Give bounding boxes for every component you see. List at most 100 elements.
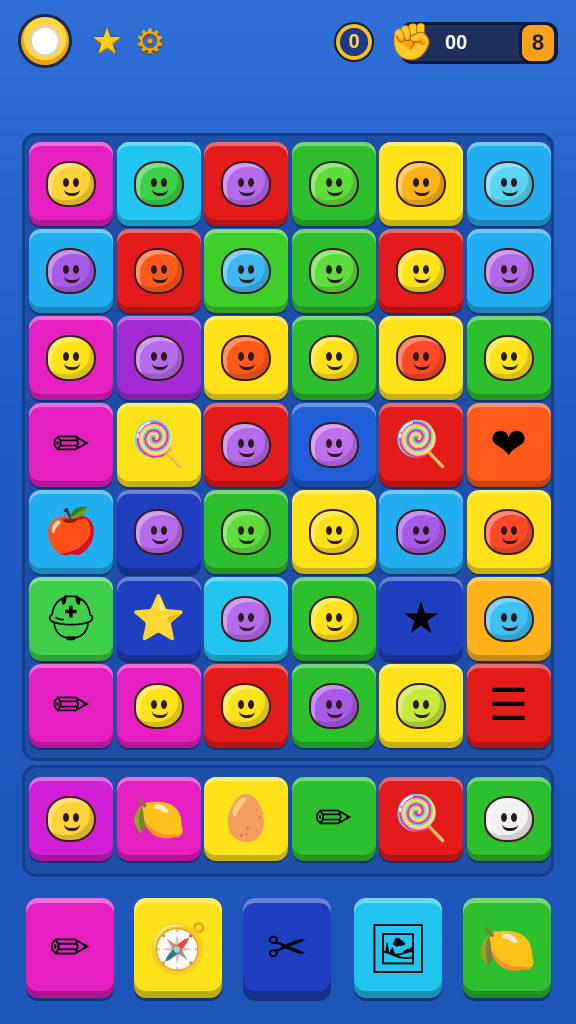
game-tile[interactable] (291, 229, 376, 313)
coin-icon: 0 (334, 22, 374, 62)
creature-face-icon (396, 248, 446, 294)
mouth (414, 363, 430, 370)
creature-face-icon (221, 335, 271, 381)
creature-face-icon (483, 161, 534, 207)
game-tile[interactable] (466, 490, 551, 574)
mouth (239, 711, 255, 718)
game-tile[interactable] (291, 577, 376, 661)
tray-item-button[interactable]: 🍋 (463, 898, 551, 998)
creature-face-icon (396, 509, 446, 555)
mouth (501, 624, 518, 631)
fist-icon: ✊ (389, 21, 434, 62)
game-tile[interactable] (466, 142, 551, 226)
game-tile[interactable] (291, 403, 376, 487)
mouth (239, 450, 255, 457)
mouth (326, 276, 343, 283)
game-tile[interactable]: 🍋 (116, 777, 201, 861)
game-tile[interactable]: 🍎 (29, 490, 113, 574)
mouth (414, 711, 430, 718)
game-tile[interactable] (204, 490, 288, 574)
top-hud: ★ ⚙ 0 ✊ 00 8 (0, 0, 576, 84)
candy-icon: 🍭 (393, 420, 449, 469)
game-tile[interactable] (291, 142, 376, 226)
game-tile[interactable]: ❤ (466, 403, 551, 487)
mouth (326, 537, 343, 544)
game-tile[interactable] (29, 316, 113, 400)
mouth (414, 189, 430, 196)
game-tile[interactable] (29, 777, 113, 861)
gear-icon[interactable]: ⚙ (132, 24, 168, 60)
game-tile[interactable] (466, 316, 551, 400)
creature-face-icon (308, 509, 359, 555)
game-tile[interactable] (379, 229, 463, 313)
tray-item-button[interactable]: 🧭 (134, 898, 222, 998)
game-tile[interactable]: ⭐ (116, 577, 201, 661)
sun-icon[interactable] (18, 14, 72, 68)
mouth (501, 276, 518, 283)
creature-face-icon (133, 248, 184, 294)
creature-face-icon (46, 335, 96, 381)
candy-icon: 🍭 (131, 420, 186, 469)
creature-face-icon (396, 335, 446, 381)
game-tile[interactable] (379, 490, 463, 574)
game-tile[interactable]: 🥚 (204, 777, 288, 861)
creature-face-icon (483, 796, 534, 842)
mouth (326, 624, 343, 631)
game-tile[interactable] (29, 142, 113, 226)
game-tile[interactable] (116, 229, 201, 313)
game-tile[interactable] (379, 142, 463, 226)
game-tile[interactable] (466, 229, 551, 313)
tray-item-button[interactable]: ✏ (26, 898, 114, 998)
game-tile[interactable] (116, 664, 201, 748)
game-tile[interactable]: ☰ (466, 664, 551, 748)
game-tile[interactable]: ⛑ (29, 577, 113, 661)
game-tile[interactable] (466, 777, 551, 861)
game-tile[interactable] (204, 403, 288, 487)
game-tile[interactable]: ✏ (29, 403, 113, 487)
game-tile[interactable] (204, 142, 288, 226)
game-tile[interactable]: 🍭 (379, 777, 463, 861)
game-tile[interactable] (291, 316, 376, 400)
game-tile[interactable]: ★ (379, 577, 463, 661)
mouth (151, 363, 168, 370)
creature-face-icon (46, 161, 96, 207)
mouth (239, 189, 255, 196)
game-tile[interactable]: 🍭 (379, 403, 463, 487)
game-tile[interactable] (116, 316, 201, 400)
game-tile[interactable]: ✏ (291, 777, 376, 861)
creature-face-icon (308, 683, 359, 729)
game-tile[interactable]: 🍭 (116, 403, 201, 487)
game-tile[interactable] (116, 142, 201, 226)
creature-face-icon (483, 248, 534, 294)
game-tile[interactable] (29, 229, 113, 313)
creature-face-icon (221, 422, 271, 468)
game-tile[interactable] (379, 664, 463, 748)
score-value: 00 (445, 32, 468, 54)
game-tile[interactable] (204, 577, 288, 661)
creature-face-icon (133, 335, 184, 381)
game-tile[interactable] (291, 664, 376, 748)
game-tile[interactable]: ✏ (29, 664, 113, 748)
mouth (64, 363, 80, 370)
creature-face-icon (308, 596, 359, 642)
pencil-icon: ✏ (52, 420, 90, 469)
game-tile[interactable] (116, 490, 201, 574)
hat-icon: ⛑ (43, 594, 99, 643)
game-tile[interactable] (466, 577, 551, 661)
game-tile[interactable] (379, 316, 463, 400)
mouth (326, 450, 343, 457)
mouth (239, 624, 255, 631)
game-tile[interactable] (204, 316, 288, 400)
tray-item-button[interactable]: 🖼 (354, 898, 442, 998)
creature-face-icon (308, 422, 359, 468)
egg-icon: 🥚 (218, 794, 274, 843)
creature-face-icon (483, 335, 534, 381)
pencil-icon: ✏ (315, 794, 352, 843)
game-tile[interactable] (291, 490, 376, 574)
game-tile[interactable] (204, 664, 288, 748)
mouth (326, 189, 343, 196)
tools-icon: ✂ (266, 922, 308, 975)
star-icon[interactable]: ★ (88, 22, 126, 60)
game-tile[interactable] (204, 229, 288, 313)
tray-item-button[interactable]: ✂ (243, 898, 331, 998)
